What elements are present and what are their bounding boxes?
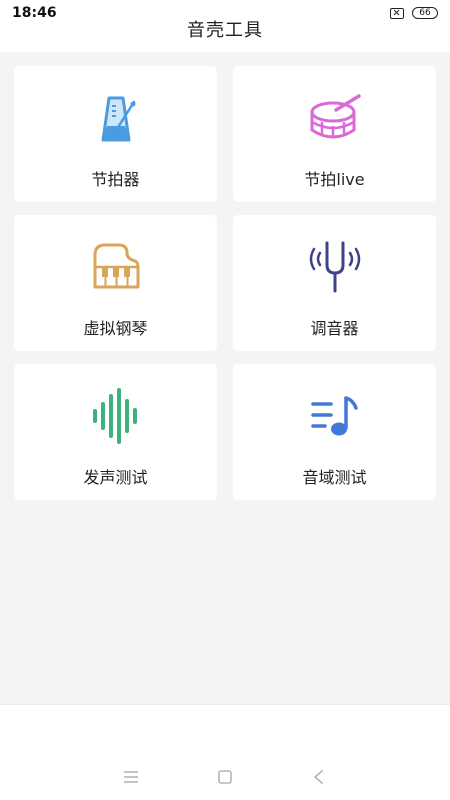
tool-card-voice-test[interactable]: 发声测试 (14, 364, 217, 500)
tool-label: 节拍live (304, 170, 365, 189)
tool-card-virtual-piano[interactable]: 虚拟钢琴 (14, 215, 217, 351)
system-nav-bar (0, 762, 450, 792)
top-bar: 18:46 66 音壳工具 (0, 0, 450, 52)
drum-icon (305, 88, 365, 148)
back-icon[interactable] (307, 765, 331, 789)
tool-card-beat-live[interactable]: 节拍live (233, 66, 436, 202)
tuning-fork-icon (305, 237, 365, 297)
metronome-icon (86, 88, 146, 148)
menu-icon[interactable] (119, 765, 143, 789)
tool-label: 调音器 (310, 319, 359, 338)
tool-label: 音域测试 (302, 468, 367, 487)
tool-label: 节拍器 (91, 170, 140, 189)
sound-wave-icon (86, 386, 146, 446)
page-title: 音壳工具 (187, 20, 263, 41)
bottom-area (0, 704, 450, 800)
tool-label: 发声测试 (83, 468, 148, 487)
music-note-icon (305, 386, 365, 446)
tool-card-range-test[interactable]: 音域测试 (233, 364, 436, 500)
home-icon[interactable] (213, 765, 237, 789)
app-screen: 18:46 66 音壳工具 节拍器 节拍live 虚拟钢琴 调音器 发声测试 音… (0, 0, 450, 800)
tool-card-tuner[interactable]: 调音器 (233, 215, 436, 351)
tool-grid: 节拍器 节拍live 虚拟钢琴 调音器 发声测试 音域测试 (14, 66, 436, 500)
piano-icon (86, 237, 146, 297)
tool-card-metronome[interactable]: 节拍器 (14, 66, 217, 202)
tool-label: 虚拟钢琴 (83, 319, 148, 338)
